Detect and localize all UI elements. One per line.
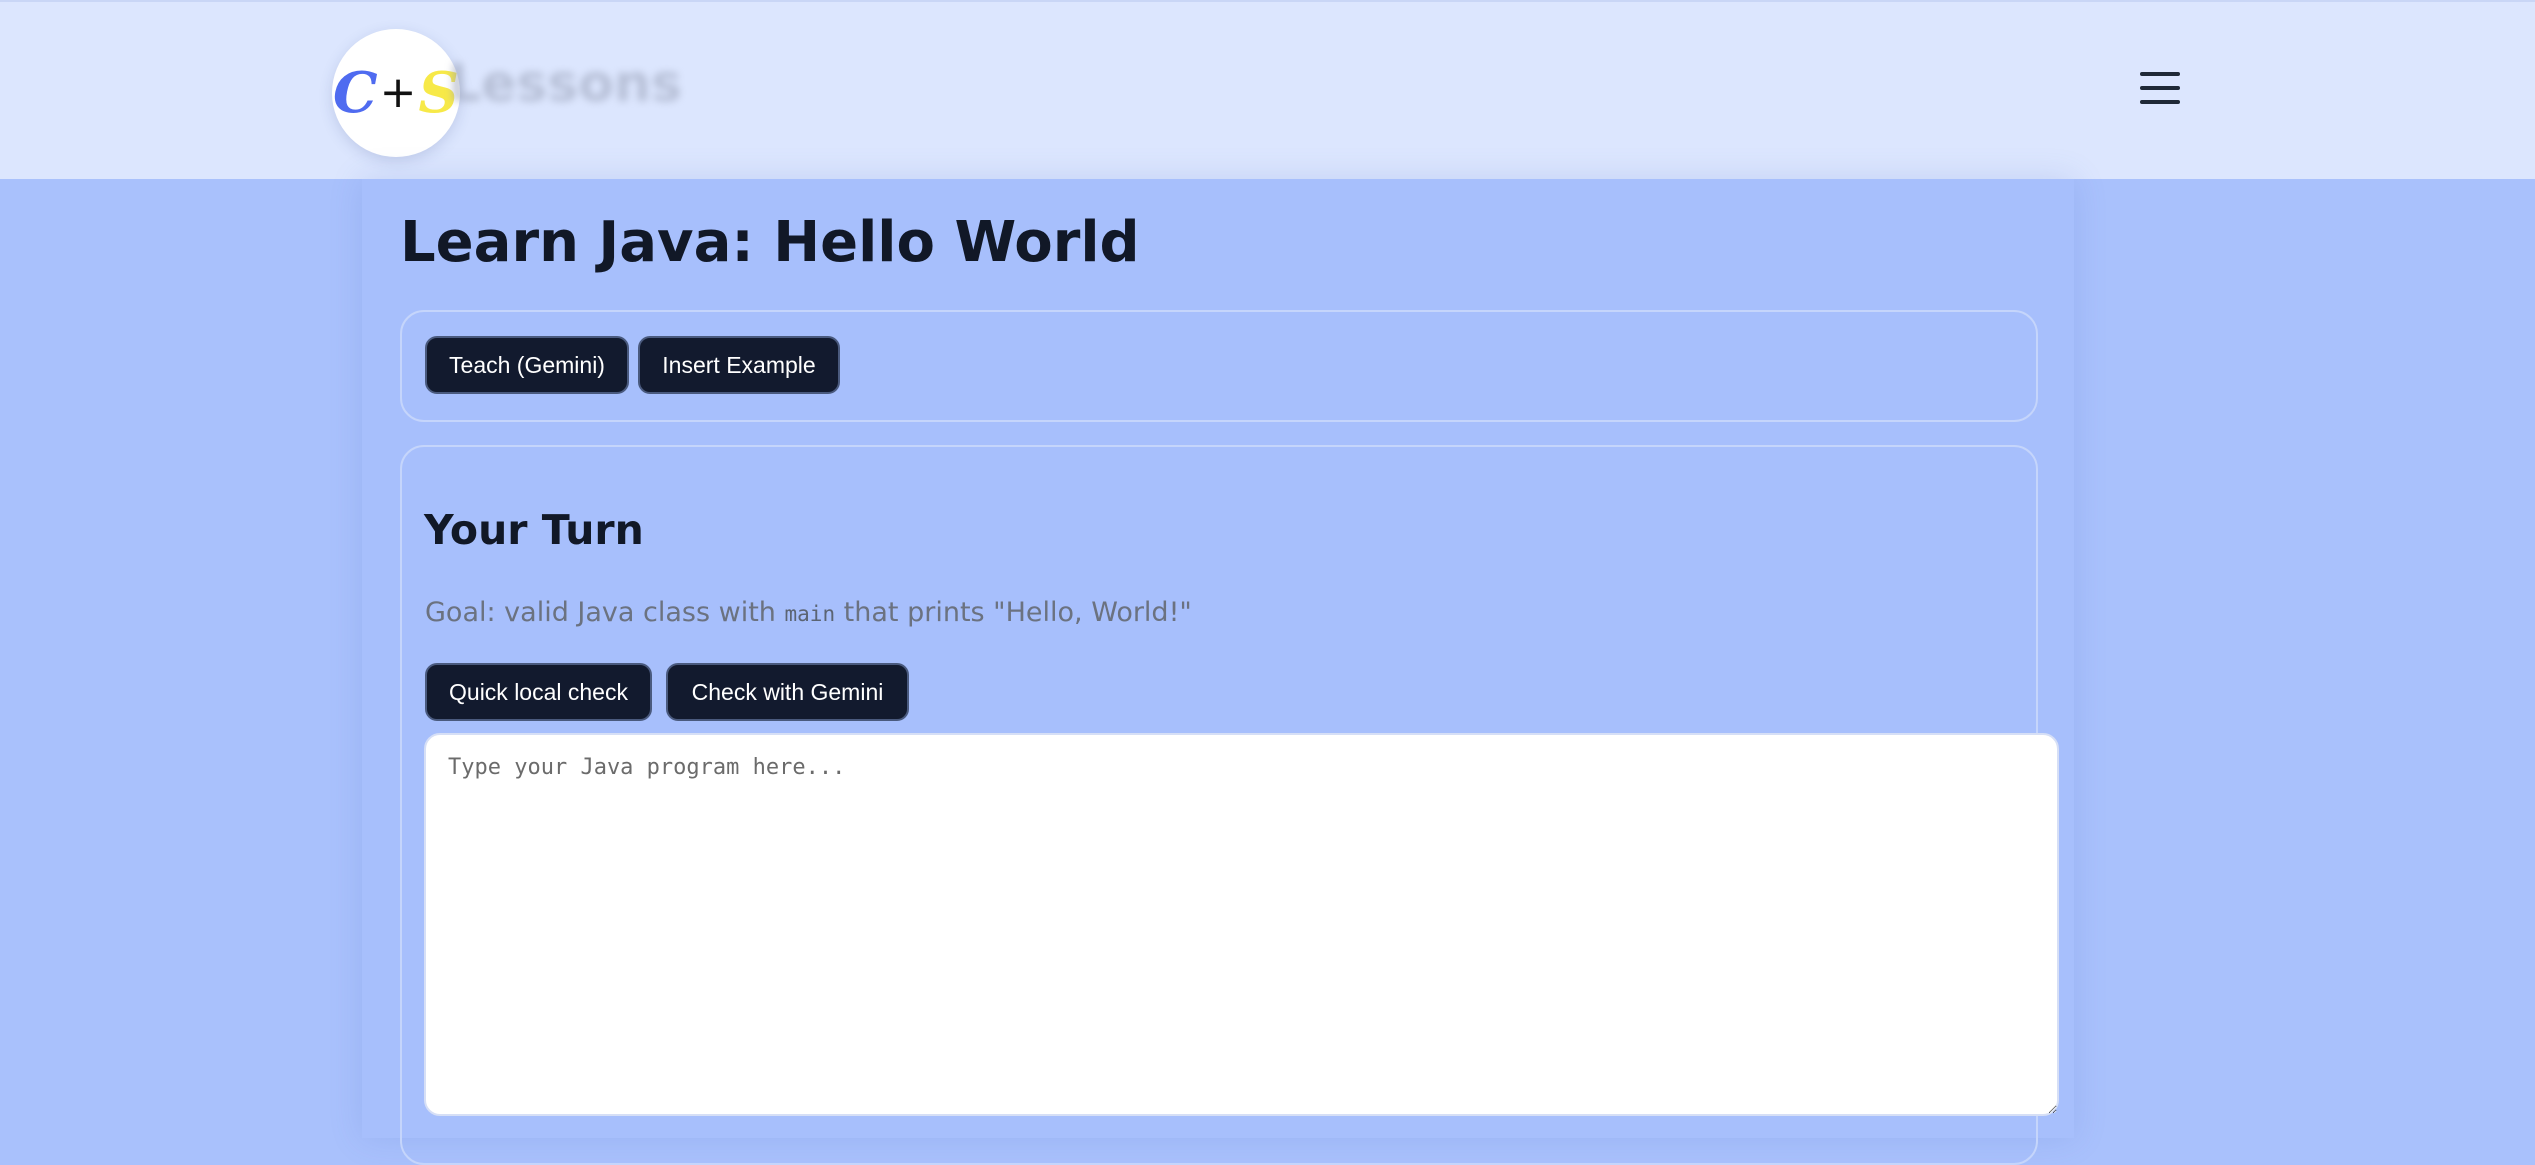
- hamburger-menu-icon[interactable]: [2140, 72, 2184, 108]
- quick-local-check-button[interactable]: Quick local check: [425, 663, 652, 721]
- your-turn-title: Your Turn: [424, 506, 644, 554]
- menu-bar-top: [2140, 72, 2180, 76]
- goal-code-main: main: [784, 602, 836, 626]
- insert-example-button[interactable]: Insert Example: [638, 336, 840, 394]
- java-code-editor[interactable]: [424, 733, 2059, 1116]
- goal-prefix: Goal: valid Java class with: [425, 597, 785, 628]
- cs-logo[interactable]: C + S: [332, 29, 460, 157]
- menu-bar-middle: [2140, 86, 2180, 90]
- logo-letter-c: C: [333, 60, 378, 126]
- brand-name: Lessons: [448, 54, 682, 114]
- teach-gemini-button[interactable]: Teach (Gemini): [425, 336, 629, 394]
- check-with-gemini-button[interactable]: Check with Gemini: [666, 663, 909, 721]
- menu-bar-bottom: [2140, 100, 2180, 104]
- goal-suffix: that prints "Hello, World!": [835, 597, 1192, 628]
- page-title: Learn Java: Hello World: [400, 210, 1140, 275]
- top-header: C + S Lessons: [0, 0, 2535, 179]
- goal-description: Goal: valid Java class with main that pr…: [425, 597, 1192, 628]
- logo-plus: +: [379, 67, 417, 118]
